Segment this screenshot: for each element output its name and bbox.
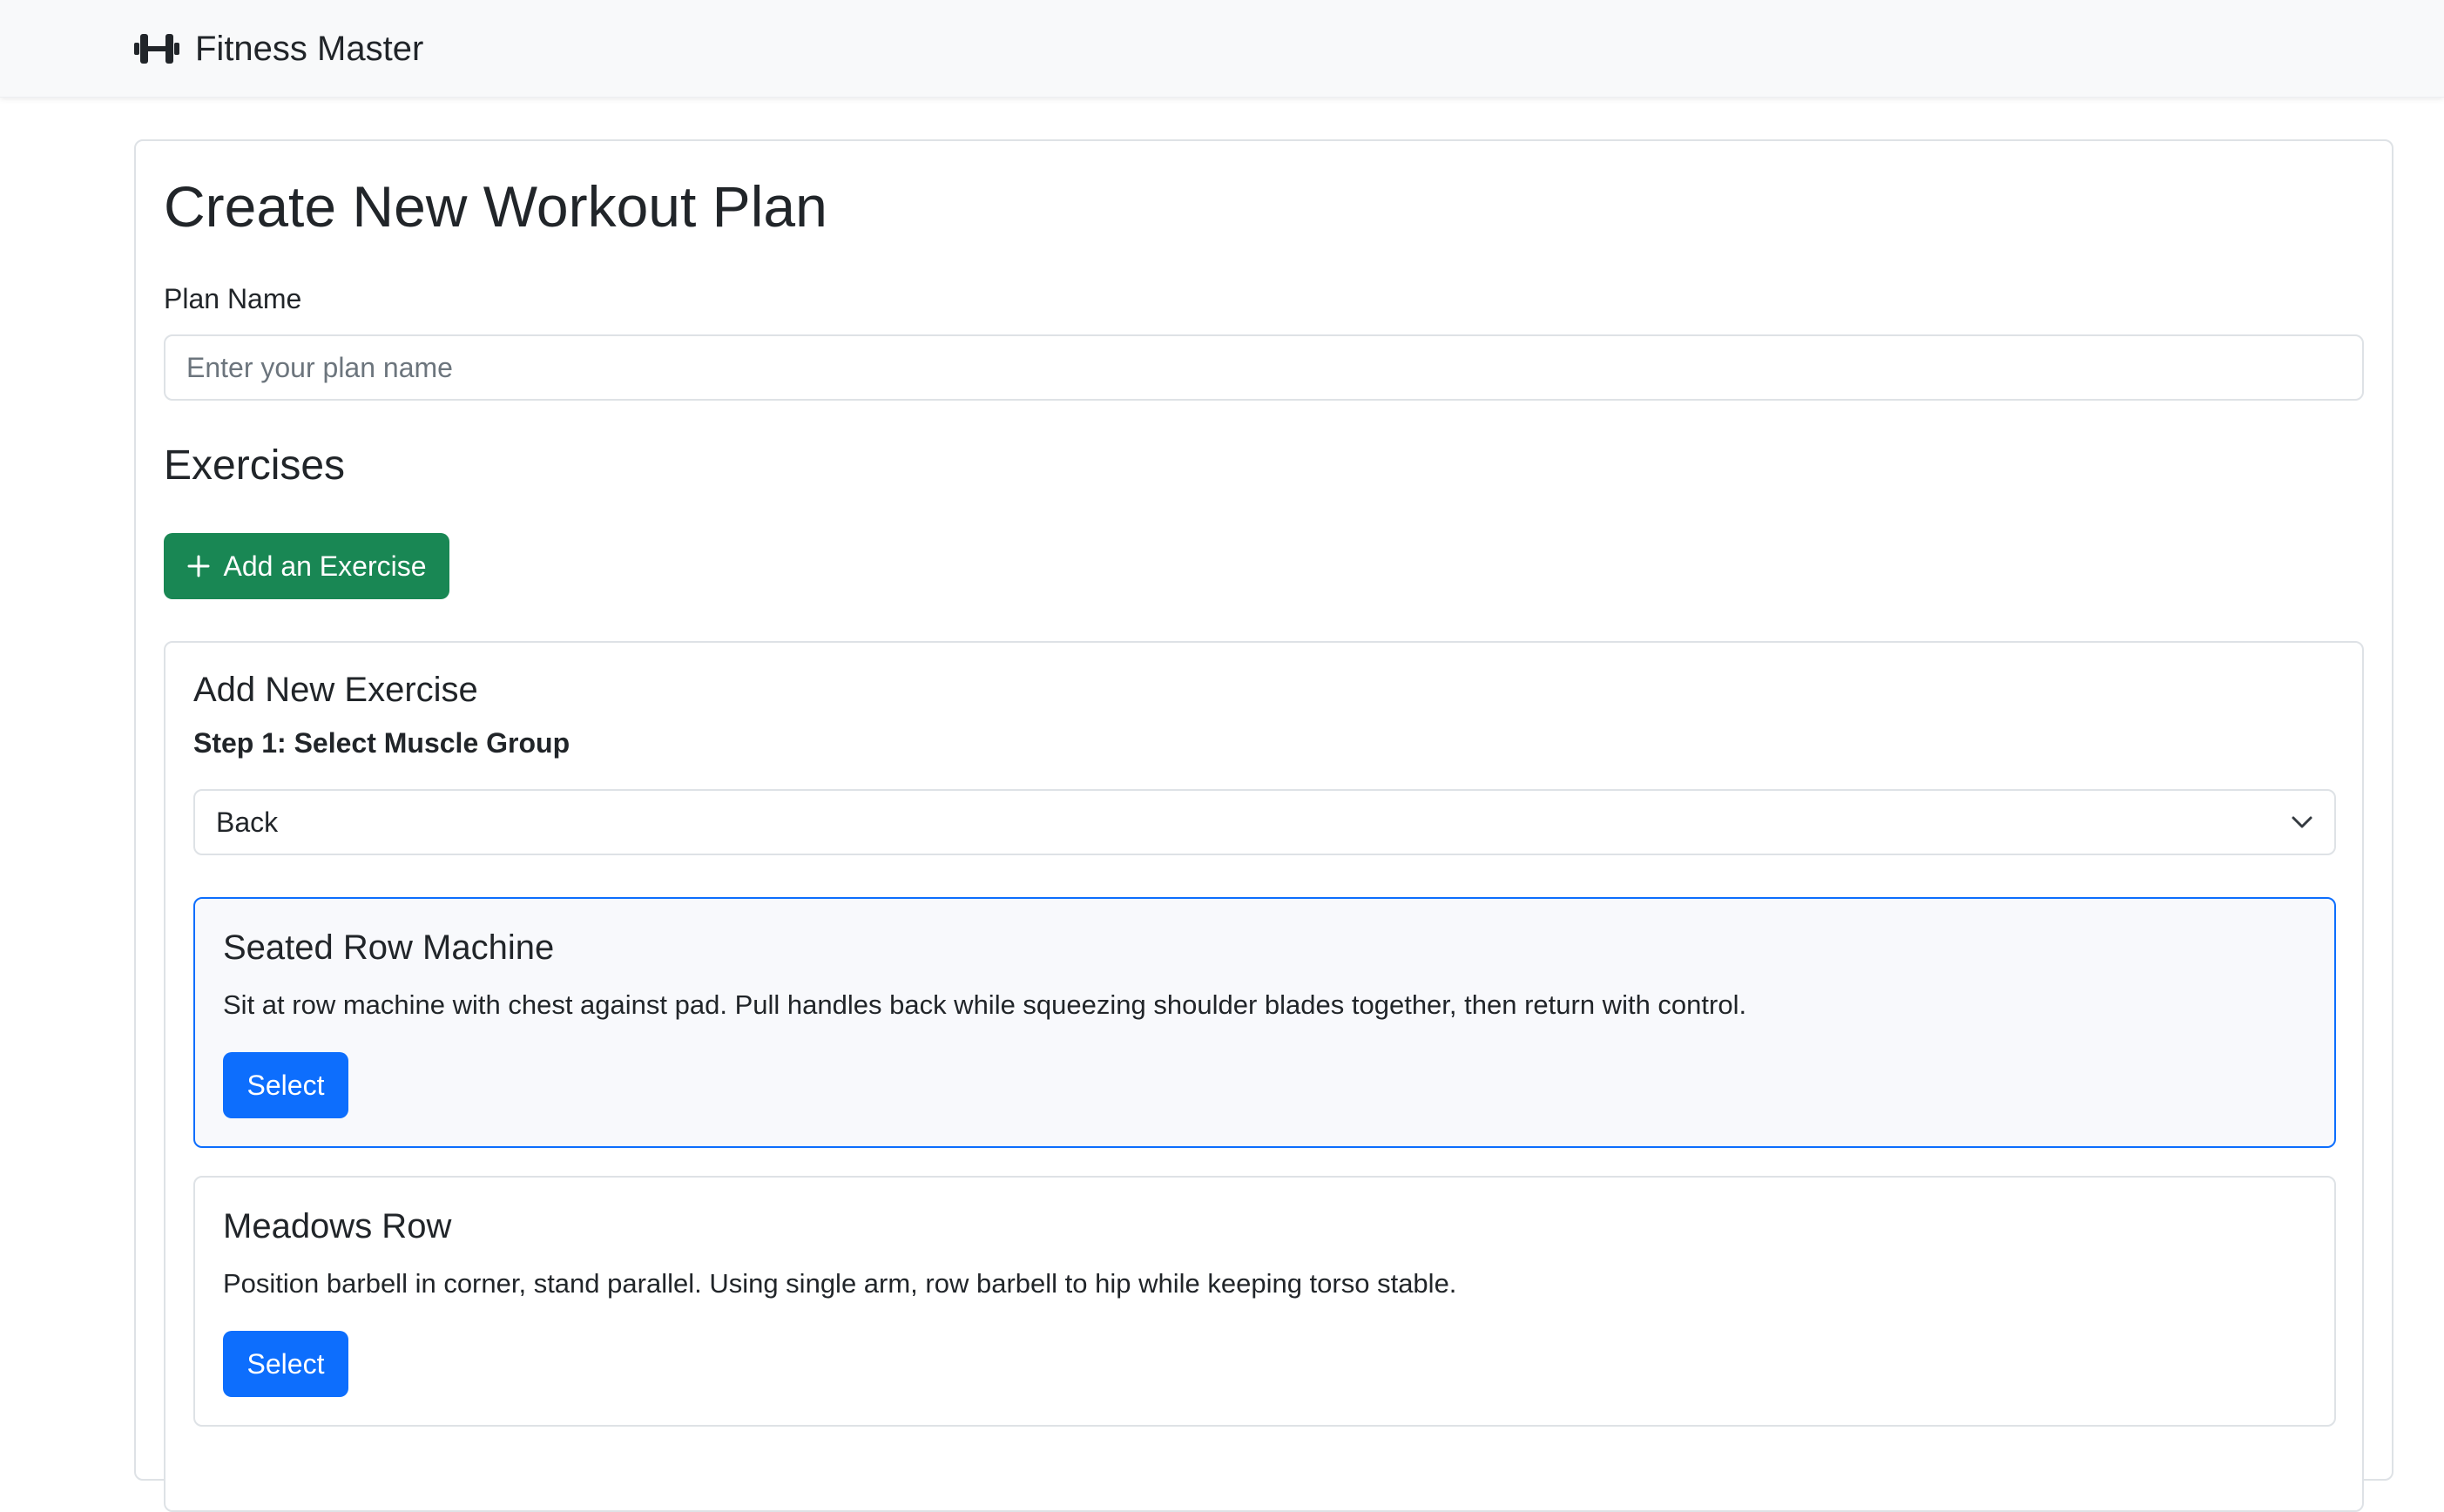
plan-name-label: Plan Name (164, 283, 302, 314)
panel-title: Add New Exercise (193, 671, 478, 709)
select-exercise-button[interactable]: Select (223, 1052, 348, 1118)
plan-name-input[interactable] (164, 334, 2364, 401)
muscle-group-select[interactable]: Back (193, 789, 2336, 855)
muscle-group-value: Back (216, 806, 279, 838)
page-title: Create New Workout Plan (164, 174, 827, 239)
plus-icon (186, 554, 211, 578)
exercise-description: Sit at row machine with chest against pa… (223, 989, 1747, 1020)
brand-link[interactable]: Fitness Master (134, 24, 423, 73)
add-exercise-label: Add an Exercise (223, 550, 427, 582)
exercise-description: Position barbell in corner, stand parall… (223, 1268, 1457, 1299)
chevron-down-icon (2291, 815, 2313, 829)
dumbbell-icon (134, 31, 179, 66)
select-exercise-button[interactable]: Select (223, 1331, 348, 1397)
exercises-heading: Exercises (164, 442, 346, 489)
exercise-name: Seated Row Machine (223, 928, 555, 967)
add-exercise-panel: Add New Exercise Step 1: Select Muscle G… (164, 641, 2364, 1512)
add-exercise-button[interactable]: Add an Exercise (164, 533, 449, 599)
workout-plan-card: Create New Workout Plan Plan Name Exerci… (134, 139, 2393, 1512)
step-label: Step 1: Select Muscle Group (193, 727, 570, 759)
brand-name: Fitness Master (195, 30, 424, 68)
navbar: Fitness Master (0, 0, 2444, 98)
exercise-card-seated-row[interactable]: Seated Row Machine Sit at row machine wi… (193, 897, 2336, 1148)
exercise-name: Meadows Row (223, 1207, 452, 1245)
exercise-card-meadows-row[interactable]: Meadows Row Position barbell in corner, … (193, 1176, 2336, 1427)
